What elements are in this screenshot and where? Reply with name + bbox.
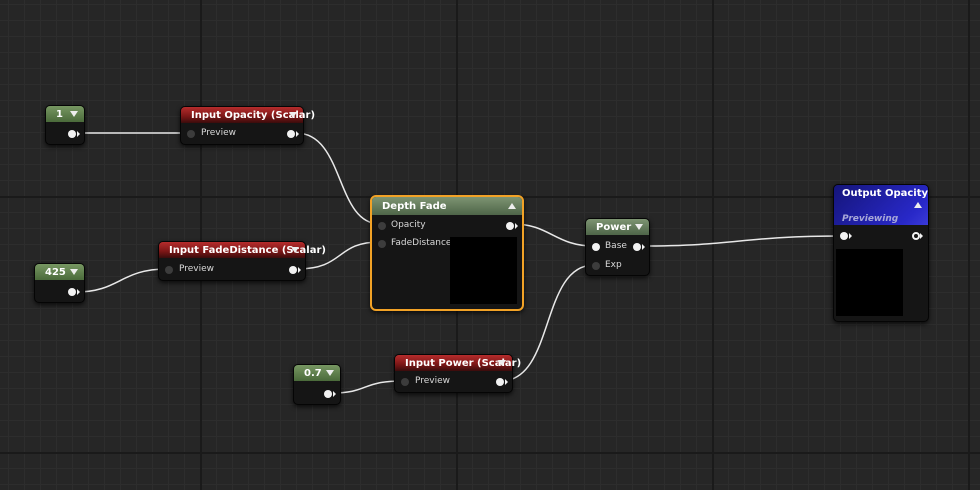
input-node-header[interactable]: Input FadeDistance (Scalar) <box>159 242 326 258</box>
wire-depth-fade-to-power <box>512 223 595 247</box>
collapse-arrow-icon[interactable] <box>498 360 506 366</box>
collapse-arrow-icon[interactable] <box>291 247 299 253</box>
node-title: Input FadeDistance (Scalar) <box>169 245 326 256</box>
pin-arrow-icon <box>515 223 518 229</box>
fade-distance-input-pin[interactable] <box>378 240 386 248</box>
wire-input-opacity-to-depth-fade <box>295 132 381 225</box>
constant-value: 0.7 <box>304 368 322 379</box>
pin-arrow-icon <box>642 244 645 250</box>
pin-arrow-icon <box>849 233 852 239</box>
pin-arrow-icon <box>77 289 80 295</box>
constant-node-header[interactable]: 1 <box>46 106 84 122</box>
input-opacity-node[interactable]: Input Opacity (Scalar) Preview <box>180 106 315 145</box>
constant-node-425[interactable]: 425 <box>34 263 85 303</box>
pin-label-fade-distance: FadeDistance <box>391 238 452 248</box>
power-node[interactable]: Power Base Exp <box>585 218 650 276</box>
output-pin[interactable] <box>289 266 297 274</box>
pin-arrow-icon <box>77 131 80 137</box>
output-pin[interactable] <box>68 288 76 296</box>
constant-node-header[interactable]: 425 <box>35 264 84 280</box>
constant-value: 425 <box>45 267 66 278</box>
pin-arrow-icon <box>296 131 299 137</box>
collapse-arrow-icon[interactable] <box>326 370 334 376</box>
node-title: Output Opacity <box>842 188 929 199</box>
constant-value: 1 <box>56 109 63 120</box>
constant-node-1[interactable]: 1 <box>45 105 85 145</box>
base-input-pin[interactable] <box>592 243 600 251</box>
pin-label: Preview <box>201 128 237 138</box>
constant-node-header[interactable]: 0.7 <box>294 365 340 381</box>
output-pin[interactable] <box>633 243 641 251</box>
output-node-header[interactable]: Output Opacity Previewing <box>834 185 928 225</box>
output-pin[interactable] <box>287 130 295 138</box>
output-ring-pin[interactable] <box>912 232 920 240</box>
collapse-arrow-icon[interactable] <box>914 202 922 208</box>
pin-label: Preview <box>179 264 215 274</box>
output-pin[interactable] <box>496 378 504 386</box>
previewing-label: Previewing <box>842 214 899 224</box>
preview-input-pin[interactable] <box>401 378 409 386</box>
output-pin[interactable] <box>506 222 514 230</box>
input-power-node[interactable]: Input Power (Scalar) Preview <box>394 354 521 393</box>
wire-const07-to-input-power <box>330 380 404 394</box>
collapse-arrow-icon[interactable] <box>70 269 78 275</box>
pin-label-exp: Exp <box>605 260 622 270</box>
collapse-arrow-icon[interactable] <box>508 203 516 209</box>
depth-fade-node[interactable]: Depth Fade Opacity FadeDistance <box>370 195 524 311</box>
input-fade-distance-node[interactable]: Input FadeDistance (Scalar) Preview <box>158 241 326 281</box>
input-node-header[interactable]: Input Power (Scalar) <box>395 355 521 371</box>
pin-arrow-icon <box>298 267 301 273</box>
pin-label-base: Base <box>605 241 627 251</box>
collapse-arrow-icon[interactable] <box>70 111 78 117</box>
pin-label: Preview <box>415 376 451 386</box>
node-preview-thumbnail <box>450 237 517 304</box>
node-title: Power <box>596 222 632 233</box>
output-pin[interactable] <box>68 130 76 138</box>
exp-input-pin[interactable] <box>592 262 600 270</box>
output-preview-thumbnail <box>836 249 903 316</box>
node-title: Depth Fade <box>382 201 447 212</box>
pin-arrow-icon <box>333 391 336 397</box>
collapse-arrow-icon[interactable] <box>635 224 643 230</box>
power-header[interactable]: Power <box>586 219 649 235</box>
input-node-header[interactable]: Input Opacity (Scalar) <box>181 107 315 123</box>
wire-const425-to-input-fade-distance <box>75 268 168 293</box>
input-pin[interactable] <box>840 232 848 240</box>
output-pin[interactable] <box>324 390 332 398</box>
collapse-arrow-icon[interactable] <box>289 112 297 118</box>
preview-input-pin[interactable] <box>165 266 173 274</box>
output-opacity-node[interactable]: Output Opacity Previewing <box>833 184 929 322</box>
constant-node-07[interactable]: 0.7 <box>293 364 341 405</box>
preview-input-pin[interactable] <box>187 130 195 138</box>
wire-power-to-output-opacity <box>639 235 844 247</box>
depth-fade-header[interactable]: Depth Fade <box>372 197 522 215</box>
opacity-input-pin[interactable] <box>378 222 386 230</box>
pin-arrow-icon <box>920 233 923 239</box>
pin-arrow-icon <box>505 379 508 385</box>
pin-label-opacity: Opacity <box>391 220 426 230</box>
